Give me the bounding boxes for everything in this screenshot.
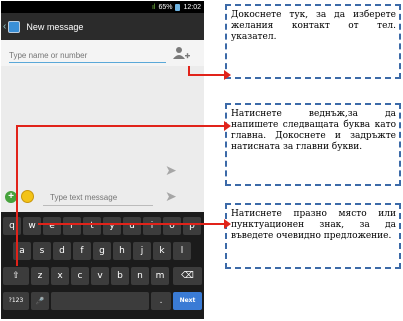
key[interactable]: m [151, 267, 169, 285]
key[interactable]: z [31, 267, 49, 285]
key[interactable]: d [53, 242, 71, 260]
key[interactable]: c [71, 267, 89, 285]
key[interactable]: r [63, 217, 81, 235]
key[interactable]: x [51, 267, 69, 285]
callout-contact: Докоснете тук, за да изберете желания ко… [225, 4, 401, 79]
key[interactable]: k [153, 242, 171, 260]
page-title: New message [26, 21, 84, 32]
recipient-input[interactable] [9, 49, 166, 61]
key[interactable]: y [103, 217, 121, 235]
key[interactable]: l [173, 242, 191, 260]
status-bar: ıl 65% 12:02 [1, 1, 204, 13]
keyboard-row-3: ⇧ z x c v b n m ⌫ [1, 267, 204, 289]
key[interactable]: f [73, 242, 91, 260]
key[interactable]: t [83, 217, 101, 235]
back-icon[interactable]: ‹ [3, 21, 6, 32]
callout-shift: Натиснете веднъж,за да напишете следваща… [225, 103, 401, 186]
key[interactable]: h [113, 242, 131, 260]
send-icon[interactable]: ➤ [165, 163, 177, 177]
battery-percent: 65% [158, 3, 173, 11]
recipient-underline [9, 62, 166, 63]
signal-icon: ıl [151, 3, 156, 11]
space-key[interactable] [51, 292, 149, 310]
key[interactable]: b [111, 267, 129, 285]
message-input[interactable] [50, 191, 150, 203]
key[interactable]: v [91, 267, 109, 285]
messaging-app-icon[interactable] [8, 20, 21, 33]
clock: 12:02 [183, 3, 201, 11]
backspace-key[interactable]: ⌫ [173, 267, 202, 285]
action-bar: ‹ New message [1, 13, 204, 40]
recipient-area [1, 40, 204, 66]
key[interactable]: g [93, 242, 111, 260]
key[interactable]: o [163, 217, 181, 235]
symbols-key[interactable]: ?123 [3, 292, 29, 310]
key[interactable]: j [133, 242, 151, 260]
key[interactable]: a [13, 242, 31, 260]
key[interactable]: s [33, 242, 51, 260]
key[interactable]: w [23, 217, 41, 235]
keyboard: q w e r t y u i o p a s d f g h j k l ⇧ … [1, 212, 204, 319]
key[interactable]: p [183, 217, 201, 235]
microphone-icon[interactable]: 🎤 [31, 292, 49, 310]
keyboard-row-1: q w e r t y u i o p [1, 217, 204, 239]
key[interactable]: n [131, 267, 149, 285]
emoji-icon[interactable] [21, 190, 34, 203]
add-contact-icon[interactable] [171, 44, 191, 64]
shift-key[interactable]: ⇧ [3, 267, 29, 285]
phone-screen: ıl 65% 12:02 ‹ New message ➤ + ➤ q w e [1, 1, 204, 319]
key[interactable]: q [3, 217, 21, 235]
period-key[interactable]: . [151, 292, 171, 310]
message-underline [43, 205, 153, 206]
key[interactable]: e [43, 217, 61, 235]
attach-icon[interactable]: + [5, 191, 17, 203]
battery-icon [175, 3, 181, 11]
next-key[interactable]: Next [173, 292, 202, 310]
key[interactable]: i [143, 217, 161, 235]
keyboard-row-2: a s d f g h j k l [1, 242, 204, 264]
keyboard-row-4: ?123 🎤 . Next [1, 292, 204, 314]
callout-space: Натиснете празно място или пунктуационен… [225, 203, 401, 269]
composer: + ➤ [1, 182, 204, 212]
conversation-area: ➤ [1, 66, 204, 182]
send-button-icon[interactable]: ➤ [165, 189, 177, 203]
key[interactable]: u [123, 217, 141, 235]
